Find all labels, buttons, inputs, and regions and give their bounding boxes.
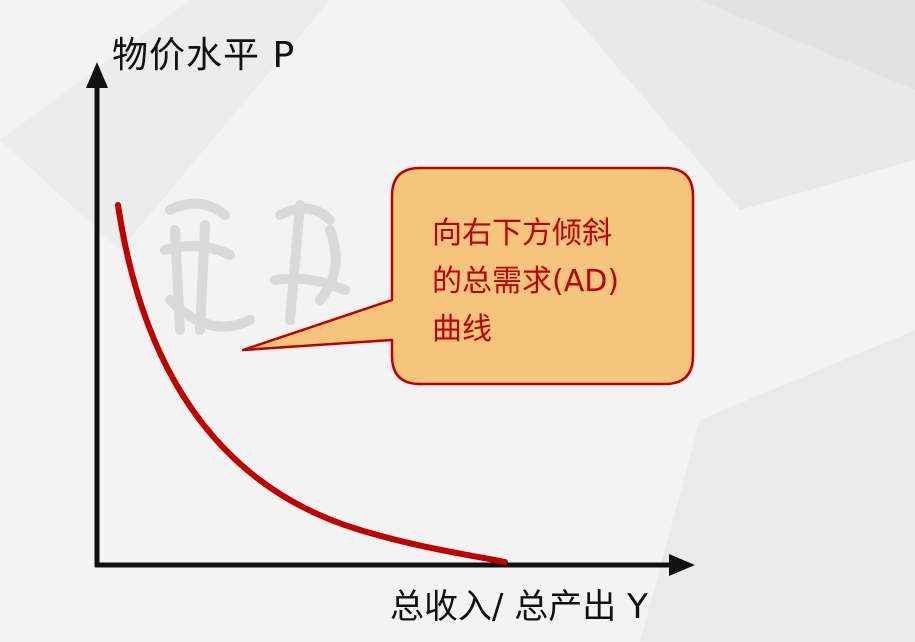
callout-line-2: 的总需求(AD) <box>432 264 620 299</box>
y-axis-label: 物价水平 P <box>112 35 296 76</box>
watermark-calligraphy <box>160 198 350 335</box>
x-axis-label: 总收入/ 总产出 Y <box>390 587 648 627</box>
callout-line-1: 向右下方倾斜 <box>432 216 612 251</box>
callout-text: 向右下方倾斜 的总需求(AD) 曲线 <box>432 210 668 354</box>
callout-line-3: 曲线 <box>432 312 492 347</box>
